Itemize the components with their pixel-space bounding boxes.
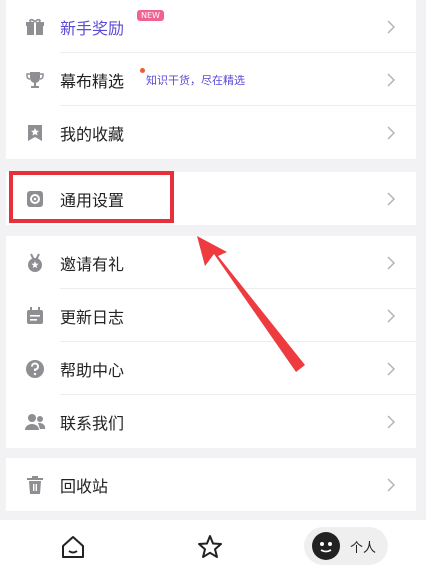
annotation-arrow [197, 236, 305, 372]
home-icon[interactable] [60, 534, 86, 560]
star-icon[interactable] [197, 534, 223, 560]
profile-tab-label: 个人 [350, 541, 377, 556]
avatar [312, 532, 340, 560]
